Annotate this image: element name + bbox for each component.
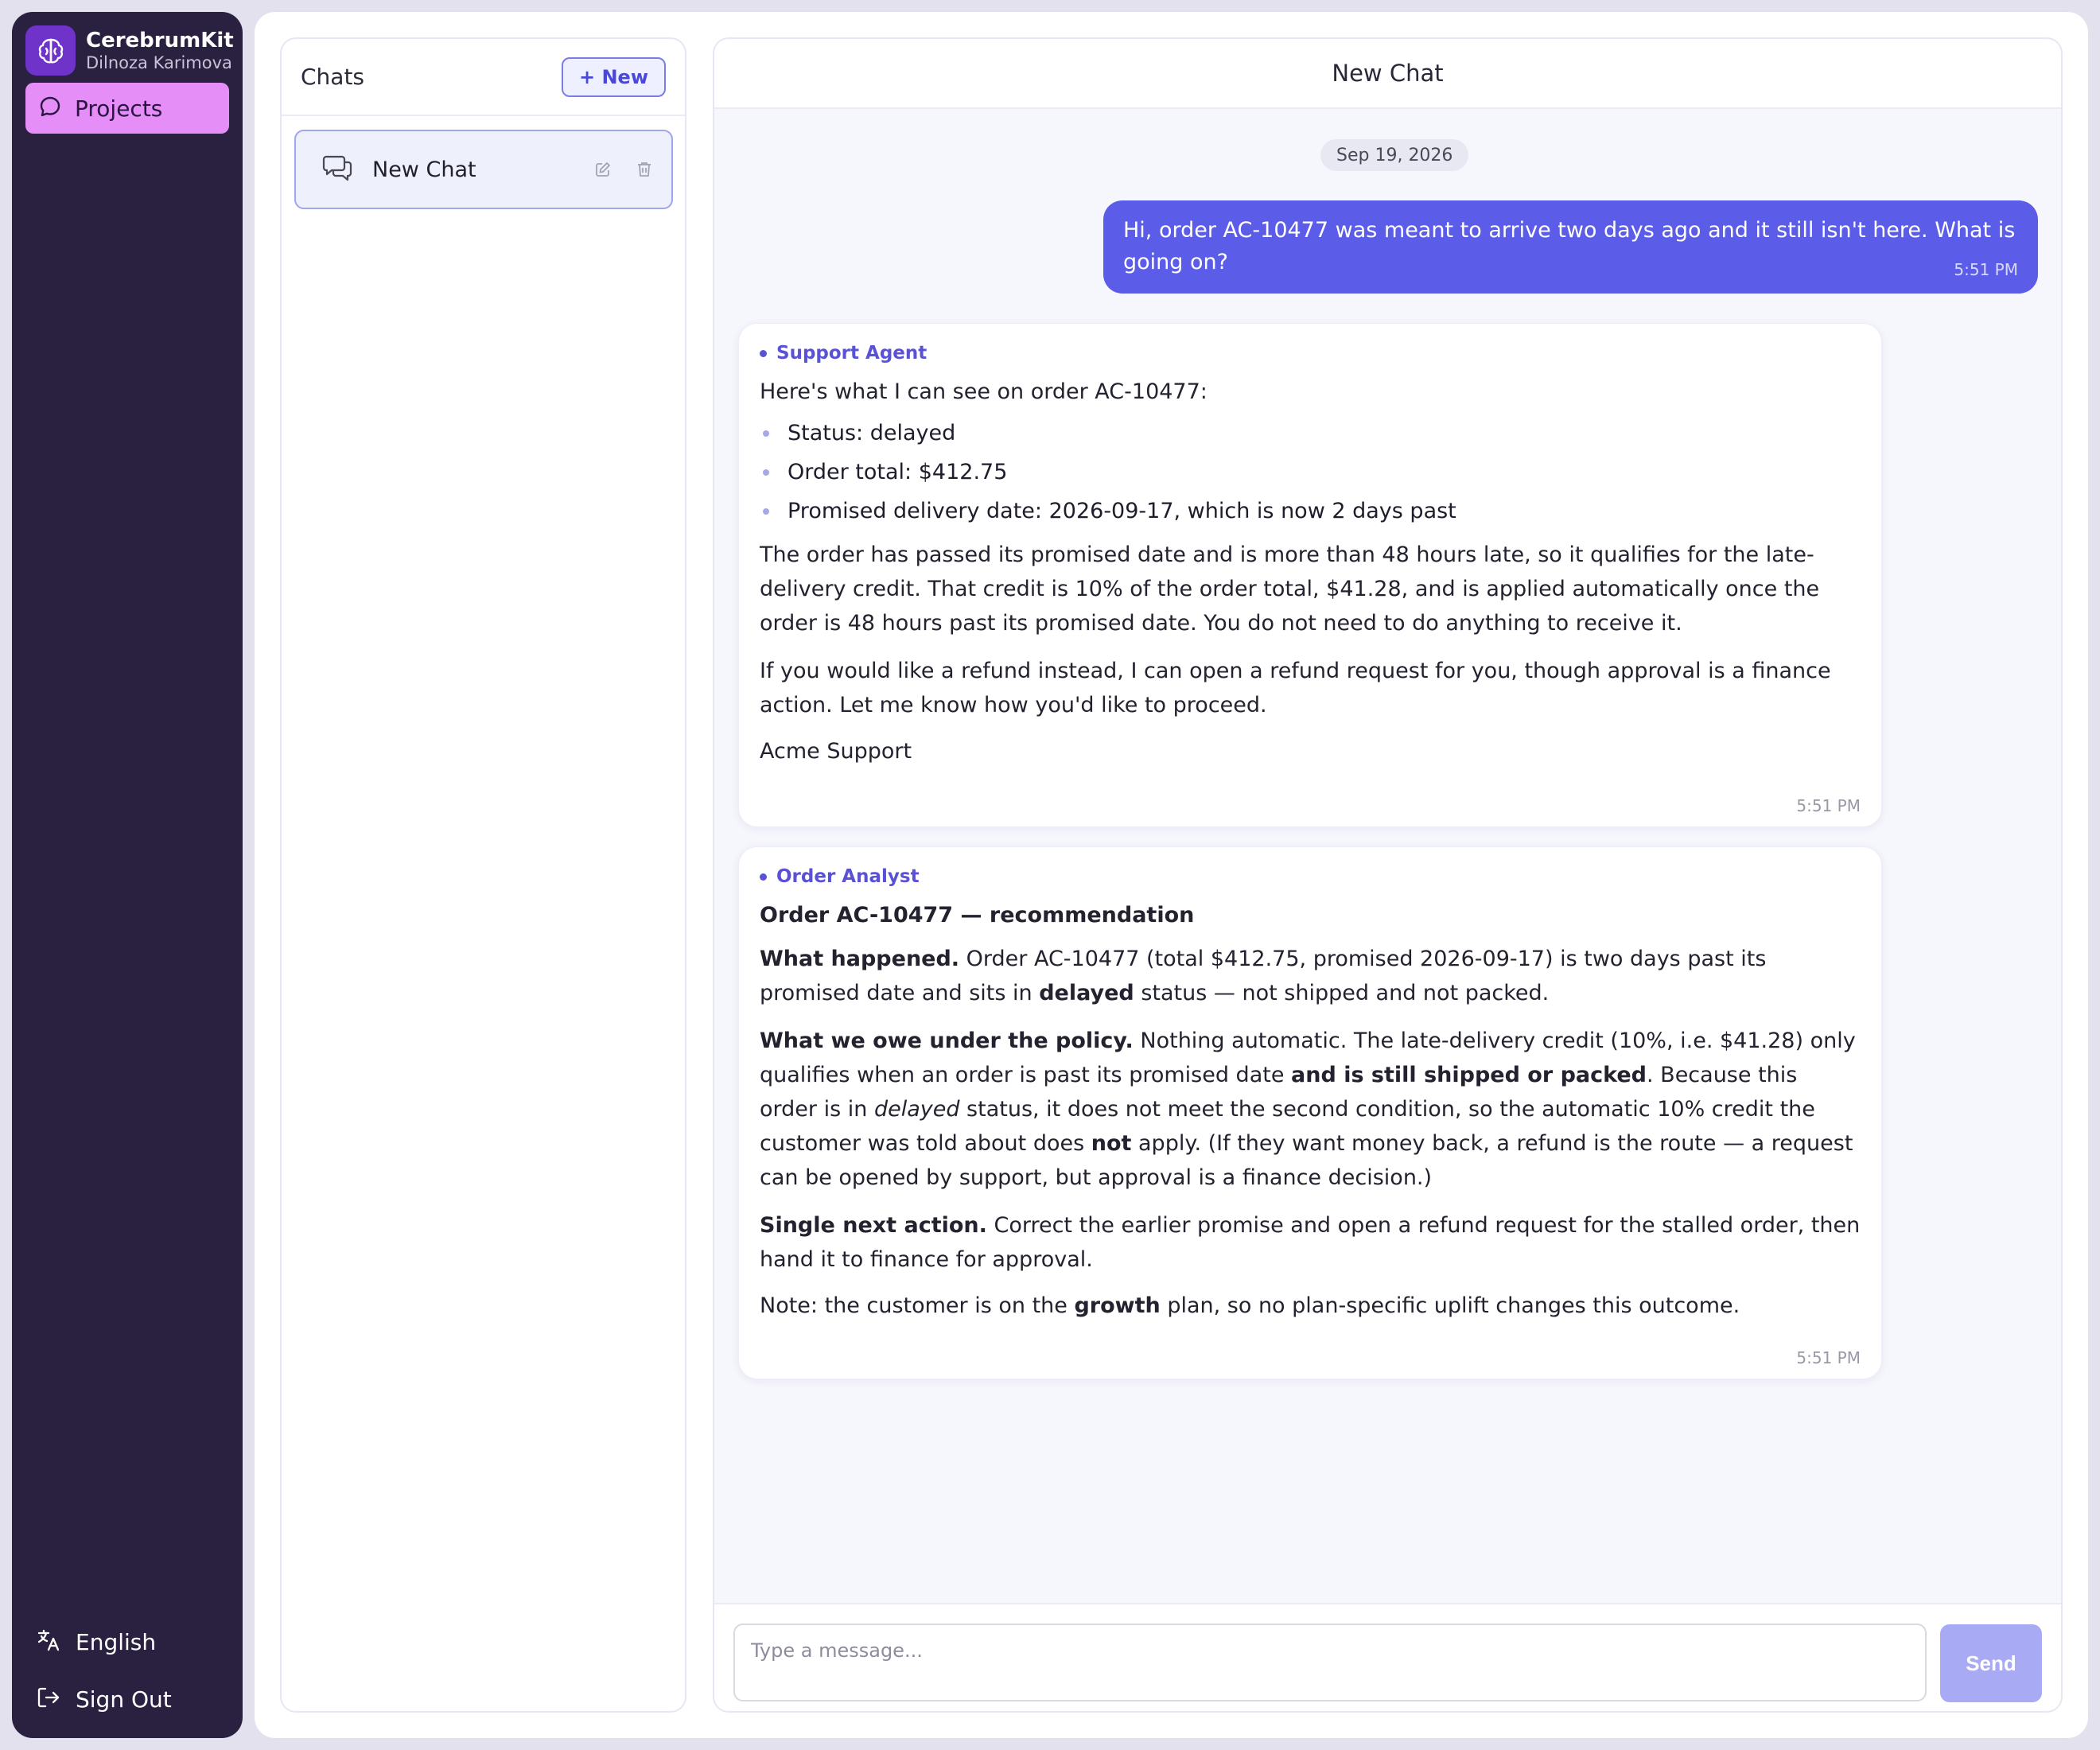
message-paragraph: Single next action. Correct the earlier … bbox=[760, 1213, 1861, 1272]
sign-out-label: Sign Out bbox=[76, 1686, 172, 1713]
sign-out-icon bbox=[36, 1685, 61, 1713]
chat-list-item[interactable]: New Chat bbox=[294, 130, 673, 209]
message-signature: Acme Support bbox=[760, 739, 912, 764]
message-paragraph: The order has passed its promised date a… bbox=[760, 542, 1820, 636]
nav-item-projects[interactable]: Projects bbox=[25, 83, 229, 134]
agent-label: Order Analyst bbox=[760, 865, 1861, 889]
nav-item-projects-label: Projects bbox=[75, 95, 163, 122]
sidebar: CerebrumKit Dilnoza Karimova Projects En… bbox=[12, 12, 243, 1738]
chat-bubble-icon bbox=[38, 95, 62, 122]
chats-title: Chats bbox=[301, 64, 365, 90]
recommendation-heading: Order AC-10477 — recommendation bbox=[760, 903, 1195, 928]
message-input[interactable] bbox=[733, 1624, 1927, 1701]
new-chat-button[interactable]: + New bbox=[562, 56, 666, 97]
message-paragraph: If you would like a refund instead, I ca… bbox=[760, 659, 1831, 718]
user-name: Dilnoza Karimova bbox=[86, 52, 232, 72]
conversation-title: New Chat bbox=[1332, 60, 1444, 87]
chat-list-item-label: New Chat bbox=[372, 157, 476, 182]
user-message: Hi, order AC-10477 was meant to arrive t… bbox=[1103, 200, 2038, 294]
conversation-header: New Chat bbox=[714, 39, 2061, 109]
agent-dot-icon bbox=[760, 873, 767, 881]
conversation-panel: New Chat Sep 19, 2026 Hi, order AC-10477… bbox=[713, 37, 2063, 1713]
user-message-text: Hi, order AC-10477 was meant to arrive t… bbox=[1123, 218, 2016, 274]
chat-icon bbox=[321, 154, 353, 185]
sign-out-button[interactable]: Sign Out bbox=[36, 1685, 172, 1713]
chats-header: Chats + New bbox=[282, 39, 685, 116]
message-composer: Send bbox=[714, 1603, 2061, 1711]
list-item: Order total: $412.75 bbox=[760, 453, 1861, 492]
language-label: English bbox=[76, 1628, 157, 1655]
trash-icon[interactable] bbox=[630, 161, 659, 178]
agent-label: Support Agent bbox=[760, 341, 1861, 365]
translate-icon bbox=[36, 1628, 61, 1656]
agent-dot-icon bbox=[760, 349, 767, 357]
message-paragraph: What we owe under the policy. Nothing au… bbox=[760, 1029, 1856, 1190]
edit-icon[interactable] bbox=[589, 161, 617, 178]
main-panel: Chats + New New Chat New Chat Sep 19, 20… bbox=[255, 12, 2088, 1738]
agent-name: Support Agent bbox=[776, 343, 928, 364]
message-paragraph: Note: the customer is on the growth plan… bbox=[760, 1293, 1740, 1318]
send-button[interactable]: Send bbox=[1940, 1624, 2042, 1702]
list-item: Promised delivery date: 2026-09-17, whic… bbox=[760, 492, 1861, 531]
order-details-list: Status: delayed Order total: $412.75 Pro… bbox=[760, 414, 1861, 531]
agent-name: Order Analyst bbox=[776, 866, 920, 887]
language-selector[interactable]: English bbox=[36, 1628, 156, 1656]
brain-icon bbox=[25, 25, 76, 76]
order-analyst-message: Order Analyst Order AC-10477 — recommend… bbox=[738, 846, 1882, 1379]
support-agent-message: Support Agent Here's what I can see on o… bbox=[738, 323, 1882, 827]
message-intro: Here's what I can see on order AC-10477: bbox=[760, 379, 1208, 404]
message-timestamp: 5:51 PM bbox=[1796, 1348, 1861, 1367]
message-timestamp: 5:51 PM bbox=[1954, 260, 2018, 279]
brand: CerebrumKit Dilnoza Karimova bbox=[25, 25, 234, 76]
brand-name: CerebrumKit bbox=[86, 28, 234, 52]
list-item: Status: delayed bbox=[760, 414, 1861, 453]
chats-panel: Chats + New New Chat bbox=[280, 37, 686, 1713]
date-divider: Sep 19, 2026 bbox=[1320, 139, 1469, 171]
message-paragraph: What happened. Order AC-10477 (total $41… bbox=[760, 947, 1767, 1005]
message-timestamp: 5:51 PM bbox=[1796, 796, 1861, 815]
